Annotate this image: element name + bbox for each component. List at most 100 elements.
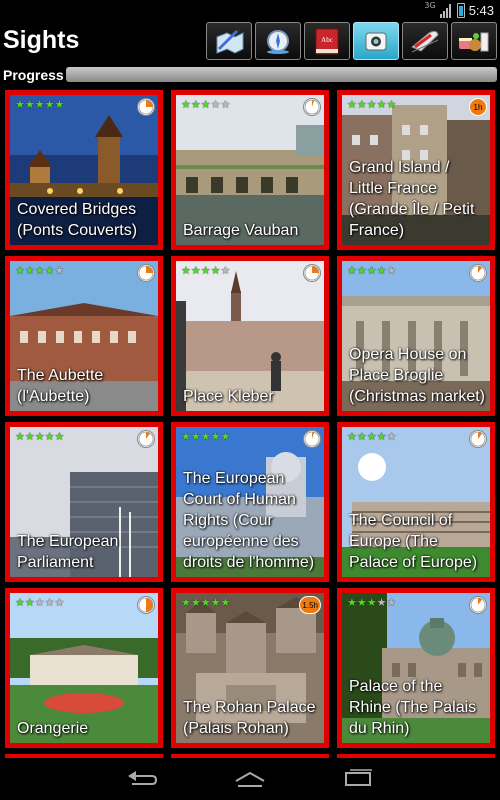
food-button[interactable] <box>451 22 497 60</box>
network-type: 3G <box>424 1 436 10</box>
star-icon: ★ <box>220 430 231 443</box>
sight-title: Palace of the Rhine (The Palais du Rhin) <box>349 678 477 737</box>
star-icon: ★ <box>347 98 357 111</box>
sight-photo: ★ ★ ★ ★ ★ Covered Bridges (Ponts Couverts) <box>10 95 158 245</box>
camera-icon <box>365 32 387 51</box>
star-icon: ★ <box>181 264 191 277</box>
star-icon: ★ <box>44 430 55 443</box>
star-icon: ★ <box>220 264 231 277</box>
rating-stars: ★ ★ ★ ★ ★ <box>347 265 396 276</box>
food-drink-icon <box>459 32 489 52</box>
duration-clock-icon <box>303 98 321 116</box>
map-pen-icon <box>216 29 244 54</box>
star-icon: ★ <box>15 596 25 609</box>
recent-apps-button[interactable] <box>338 767 378 791</box>
sight-title: The Aubette (l'Aubette) <box>17 367 104 405</box>
sight-photo: ★ ★ ★ ★ ★ Barrage Vauban <box>176 95 324 245</box>
star-icon: ★ <box>190 98 201 111</box>
rating-stars: ★ ★ ★ ★ ★ <box>181 265 230 276</box>
sight-card[interactable]: ★ ★ ★ ★ ★ The Council of Europe (The Palace o… <box>337 422 495 582</box>
sight-photo: ★ ★ ★ ★ ★ Place Kleber <box>176 261 324 411</box>
star-icon: ★ <box>386 596 397 609</box>
star-icon: ★ <box>347 430 357 443</box>
duration-clock-icon <box>469 430 487 448</box>
star-icon: ★ <box>376 430 387 443</box>
rating-stars: ★ ★ ★ ★ ★ <box>15 431 64 442</box>
star-icon: ★ <box>54 430 65 443</box>
rating-stars: ★ ★ ★ ★ ★ <box>15 99 64 110</box>
sight-card[interactable]: ★ ★ ★ ★ ★ 1.5h The Rohan Palace (Palais Rohan) <box>171 588 329 748</box>
star-icon: ★ <box>200 430 211 443</box>
duration-clock-icon <box>137 98 155 116</box>
sight-card[interactable]: ★ ★ ★ ★ ★ Orangerie <box>5 588 163 748</box>
transport-button[interactable] <box>402 22 448 60</box>
rating-stars: ★ ★ ★ ★ ★ <box>181 99 230 110</box>
star-icon: ★ <box>181 430 191 443</box>
rating-stars: ★ ★ ★ ★ ★ <box>181 431 230 442</box>
sight-photo: ★ ★ ★ ★ ★ Opera House on Place Broglie (Chris… <box>342 261 490 411</box>
star-icon: ★ <box>34 596 45 609</box>
sight-title: Orangerie <box>17 720 89 737</box>
sight-card[interactable]: ★ ★ ★ ★ ★ Opera House on Place Broglie (Chris… <box>337 256 495 416</box>
rating-stars: ★ ★ ★ ★ ★ <box>347 431 396 442</box>
sight-card[interactable]: ★ ★ ★ ★ ★ Place Kleber <box>171 256 329 416</box>
back-button[interactable] <box>122 767 162 791</box>
dictionary-button[interactable]: Abc <box>304 22 350 60</box>
star-icon: ★ <box>34 98 45 111</box>
sight-card[interactable]: ★ ★ ★ ★ ★ The European Court of Human Rights … <box>171 422 329 582</box>
star-icon: ★ <box>366 596 377 609</box>
sight-photo: ★ ★ ★ ★ ★ The European Court of Human Rights … <box>176 427 324 577</box>
rating-stars: ★ ★ ★ ★ ★ <box>347 597 396 608</box>
sight-title: The Rohan Palace (Palais Rohan) <box>183 699 316 737</box>
star-icon: ★ <box>181 596 191 609</box>
sight-card[interactable]: ★ ★ ★ ★ ★ The Aubette (l'Aubette) <box>5 256 163 416</box>
star-icon: ★ <box>15 98 25 111</box>
compass-icon <box>267 30 289 54</box>
star-icon: ★ <box>386 430 397 443</box>
star-icon: ★ <box>386 98 397 111</box>
duration-badge: 1h <box>469 98 487 116</box>
sight-card[interactable]: ★ ★ ★ ★ ★ 1h Grand Island / Little France (Gra… <box>337 90 495 250</box>
star-icon: ★ <box>190 264 201 277</box>
page-title: Sights <box>3 26 80 54</box>
sights-grid: ★ ★ ★ ★ ★ Covered Bridges (Ponts Couverts) ★ ★… <box>5 90 495 758</box>
sight-title: The European Court of Human Rights (Cour… <box>183 470 315 571</box>
home-button[interactable] <box>230 767 270 791</box>
svg-text:Abc: Abc <box>321 36 333 44</box>
dictionary-icon: Abc <box>315 28 339 55</box>
status-bar: 3G 5:43 <box>0 0 500 22</box>
sights-button[interactable] <box>353 22 399 60</box>
star-icon: ★ <box>347 596 357 609</box>
duration-clock-icon <box>137 596 155 614</box>
star-icon: ★ <box>200 264 211 277</box>
home-icon <box>235 771 265 787</box>
star-icon: ★ <box>190 430 201 443</box>
progress-label: Progress <box>3 67 64 83</box>
progress-row: Progress <box>0 65 500 85</box>
sight-title: Grand Island / Little France (Grande Île… <box>349 159 475 239</box>
battery-icon <box>456 3 465 18</box>
star-icon: ★ <box>44 98 55 111</box>
sight-title: Covered Bridges (Ponts Couverts) <box>17 201 138 239</box>
sight-card[interactable]: ★ ★ ★ ★ ★ Barrage Vauban <box>171 90 329 250</box>
sight-card[interactable]: ★ ★ ★ ★ ★ Covered Bridges (Ponts Couverts) <box>5 90 163 250</box>
star-icon: ★ <box>190 596 201 609</box>
star-icon: ★ <box>34 264 45 277</box>
star-icon: ★ <box>376 596 387 609</box>
back-icon <box>128 771 158 785</box>
train-icon <box>411 30 439 53</box>
star-icon: ★ <box>220 596 231 609</box>
star-icon: ★ <box>24 98 35 111</box>
sight-card[interactable]: ★ ★ ★ ★ ★ The European Parliament <box>5 422 163 582</box>
duration-clock-icon <box>303 430 321 448</box>
star-icon: ★ <box>54 264 65 277</box>
sight-title: Place Kleber <box>183 388 274 405</box>
sight-card[interactable]: ★ ★ ★ ★ ★ Palace of the Rhine (The Palais du … <box>337 588 495 748</box>
star-icon: ★ <box>200 596 211 609</box>
star-icon: ★ <box>34 430 45 443</box>
compass-button[interactable] <box>255 22 301 60</box>
recent-apps-icon <box>345 769 372 786</box>
map-button[interactable] <box>206 22 252 60</box>
star-icon: ★ <box>356 596 367 609</box>
sight-photo: ★ ★ ★ ★ ★ Orangerie <box>10 593 158 743</box>
